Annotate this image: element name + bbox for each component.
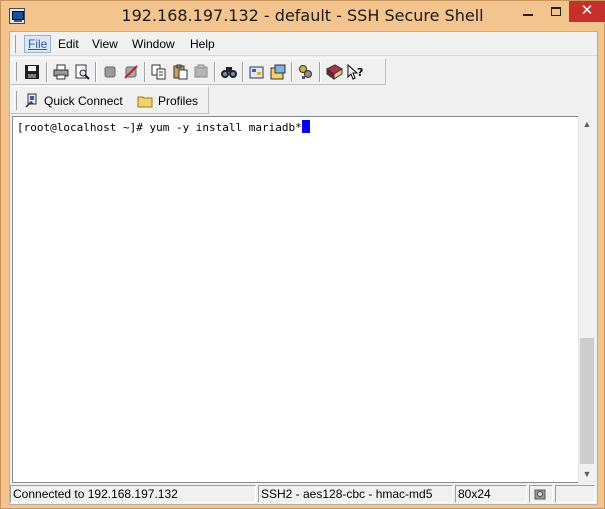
menu-help[interactable]: Help (187, 36, 218, 52)
quick-connect-label: Quick Connect (44, 94, 123, 108)
toolbar-separator (214, 62, 216, 82)
save-icon (25, 65, 39, 79)
terminal-line: [root@localhost ~]# yum -y install maria… (17, 120, 310, 134)
print-preview-icon (75, 64, 90, 80)
minimize-icon (523, 14, 533, 16)
print-button[interactable] (51, 62, 71, 82)
terminal-cursor (301, 120, 310, 133)
print-icon (53, 64, 69, 80)
terminal-area[interactable]: [root@localhost ~]# yum -y install maria… (12, 116, 595, 483)
status-resize-grip[interactable] (555, 485, 595, 503)
quick-connect-icon (25, 93, 37, 108)
status-terminal-size: 80x24 (455, 485, 527, 503)
menu-window[interactable]: Window (129, 36, 178, 52)
help-book-button[interactable] (324, 62, 344, 82)
folder-icon (137, 96, 153, 108)
status-icon-panel (529, 485, 553, 503)
minimize-button[interactable] (514, 1, 542, 22)
menu-window-label: Window (132, 37, 175, 51)
status-cipher: SSH2 - aes128-cbc - hmac-md5 (258, 485, 453, 503)
toolbar-separator (291, 62, 293, 82)
menu-view-label: View (92, 37, 118, 51)
menu-edit[interactable]: Edit (55, 36, 82, 52)
menu-file-label: File (28, 37, 48, 51)
paste-icon (173, 64, 188, 80)
settings-icon (249, 66, 264, 79)
quick-connect-bar: Quick Connect Profiles (10, 86, 209, 114)
profiles-label: Profiles (158, 94, 199, 108)
quick-connect-button[interactable]: Quick Connect (25, 91, 123, 111)
paste-button[interactable] (170, 62, 190, 82)
book-help-icon (325, 64, 343, 80)
find-icon (221, 67, 237, 78)
title-bar[interactable]: 192.168.197.132 - default - SSH Secure S… (1, 1, 605, 31)
paste-disabled-button[interactable] (191, 62, 211, 82)
client-area: File Edit View Window Help ? Quick Conne… (9, 31, 598, 505)
toolbar-separator (95, 62, 97, 82)
quickbar-grip[interactable] (14, 91, 17, 110)
profiles-button[interactable]: Profiles (137, 91, 198, 111)
vertical-scrollbar[interactable]: ▲ ▼ (578, 116, 595, 483)
maximize-button[interactable] (542, 1, 570, 22)
main-toolbar: ? (10, 58, 386, 85)
status-bar: Connected to 192.168.197.132 SSH2 - aes1… (10, 484, 597, 504)
menu-help-label: Help (190, 37, 215, 51)
disconnect-button[interactable] (121, 62, 141, 82)
status-gear-icon (534, 489, 546, 500)
menu-bar: File Edit View Window Help (10, 32, 597, 56)
toolbar-separator (144, 62, 146, 82)
ssh-window: 192.168.197.132 - default - SSH Secure S… (0, 0, 605, 509)
disconnect-icon (124, 65, 138, 79)
new-window-icon (270, 64, 286, 80)
scroll-down-arrow[interactable]: ▼ (579, 466, 595, 483)
save-button[interactable] (22, 62, 42, 82)
context-help-icon: ? (347, 64, 363, 80)
status-connection: Connected to 192.168.197.132 (10, 485, 256, 503)
terminal-prompt: [root@localhost ~]# (17, 121, 150, 134)
toolbar-grip[interactable] (14, 62, 17, 81)
connect-icon (104, 66, 116, 78)
menu-file[interactable]: File (24, 35, 52, 53)
terminal-command: yum -y install mariadb* (149, 121, 302, 134)
settings-button[interactable] (247, 62, 267, 82)
menu-view[interactable]: View (89, 36, 121, 52)
copy-button[interactable] (149, 62, 169, 82)
key-button[interactable] (296, 62, 316, 82)
new-window-button[interactable] (268, 62, 288, 82)
menu-edit-label: Edit (58, 37, 79, 51)
scroll-thumb[interactable] (580, 338, 594, 464)
maximize-icon (551, 7, 561, 16)
toolbar-separator (46, 62, 48, 82)
menu-grip[interactable] (13, 35, 16, 53)
toolbar-separator (319, 62, 321, 82)
svg-text:?: ? (357, 66, 363, 79)
scroll-up-arrow[interactable]: ▲ (579, 116, 595, 133)
toolbar-separator (242, 62, 244, 82)
close-button[interactable]: ✕ (569, 1, 605, 22)
connect-button[interactable] (100, 62, 120, 82)
paste-disabled-icon (194, 64, 208, 78)
key-icon (299, 65, 312, 79)
context-help-button[interactable]: ? (345, 62, 365, 82)
find-button[interactable] (219, 62, 239, 82)
copy-icon (151, 64, 166, 80)
print-preview-button[interactable] (72, 62, 92, 82)
